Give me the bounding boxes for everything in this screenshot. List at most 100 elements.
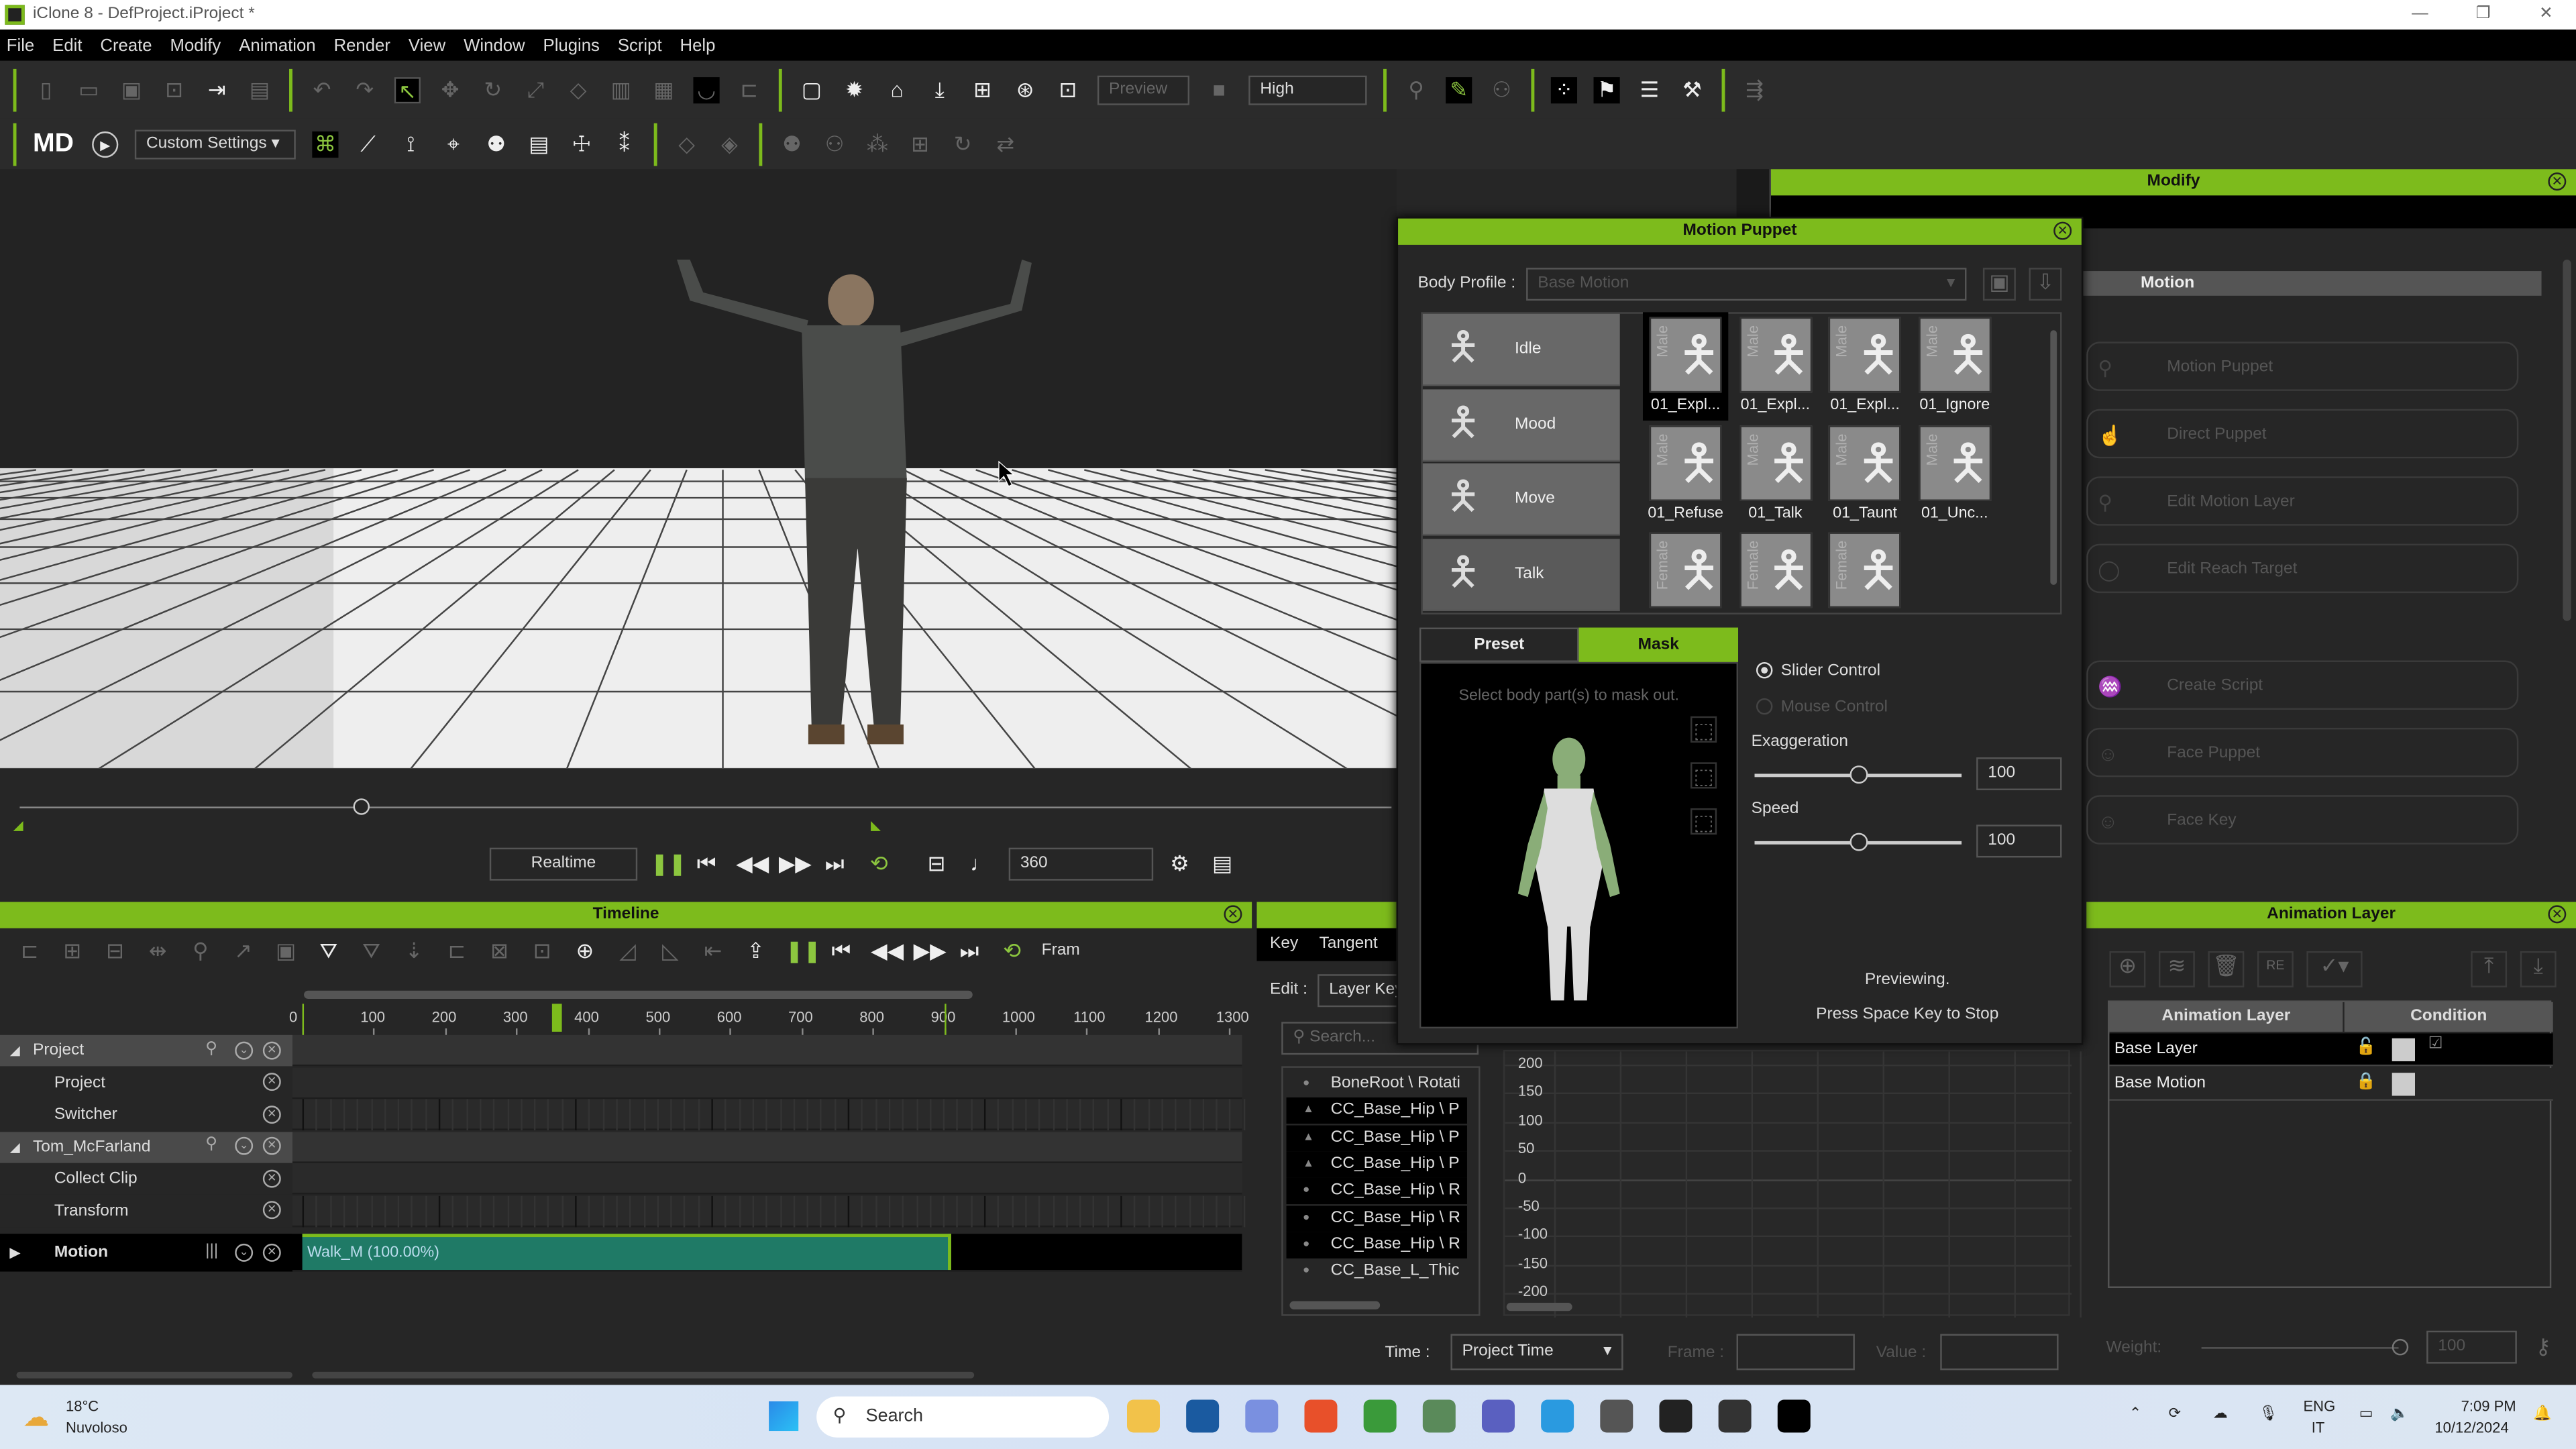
go-start-icon[interactable]: ⏮ <box>828 938 854 964</box>
export-clip-icon[interactable]: ⇪ <box>743 938 769 964</box>
subtitle-icon[interactable]: ⊟ <box>923 851 949 877</box>
range-icon[interactable]: ⇤ <box>700 938 726 964</box>
loop-icon[interactable]: ⟲ <box>866 851 892 877</box>
layers-icon[interactable]: ||| <box>205 1241 218 1259</box>
flag-icon[interactable]: ⚑ <box>1593 76 1620 103</box>
merge-layer-icon[interactable]: ✓▾ <box>2306 951 2363 987</box>
weather-icon[interactable]: ☁ <box>23 1401 49 1434</box>
preset-thumbnail[interactable]: Male 🯅 <box>1918 425 1991 500</box>
ik-icon[interactable]: ⚲ <box>1403 76 1429 103</box>
time-slider-handle[interactable] <box>353 798 370 815</box>
close-icon[interactable]: ✕ <box>1224 905 1242 924</box>
track-name[interactable]: Transform <box>0 1195 292 1227</box>
clock-time[interactable]: 7:09 PM <box>2461 1398 2516 1414</box>
prev-icon[interactable]: ◀◀ <box>871 938 904 964</box>
collapse-icon[interactable]: ◢ <box>10 1035 20 1067</box>
frame-field[interactable] <box>1736 1334 1855 1371</box>
minimize-button[interactable]: — <box>2412 0 2428 30</box>
preset-thumbnail[interactable]: Male 🯅 <box>1829 317 1901 393</box>
select-icon[interactable]: ↖ <box>394 76 421 103</box>
remove-track-icon[interactable]: ✕ <box>262 1201 281 1220</box>
new-file-icon[interactable]: ▯ <box>33 76 59 103</box>
preset-thumbnail[interactable]: Male 🯅 <box>1649 425 1722 500</box>
timeline-h-scrollbar[interactable] <box>304 990 973 999</box>
timeline-track[interactable]: Switcher ✕ <box>0 1099 1245 1130</box>
frame-mode-label[interactable]: Fram <box>1042 938 1080 964</box>
start-marker[interactable]: ◢ <box>13 818 23 833</box>
telegram-icon[interactable] <box>1541 1399 1574 1433</box>
tool-icon[interactable]: ⚒ <box>1679 76 1705 103</box>
network-icon[interactable]: ▭ <box>2359 1405 2373 1423</box>
footprint-icon[interactable]: ⁑ <box>611 131 637 157</box>
value-field[interactable] <box>1940 1334 2059 1371</box>
timeline-toggle-icon[interactable]: ▤ <box>1209 851 1235 877</box>
more-icon[interactable]: ⇶ <box>1741 76 1768 103</box>
weight-slider[interactable] <box>2201 1347 2399 1349</box>
insert-icon[interactable]: ⊞ <box>59 938 85 964</box>
save-profile-icon[interactable]: ▣ <box>1982 268 2016 301</box>
end-frame-marker[interactable] <box>944 1004 946 1035</box>
layer-row[interactable]: Base Layer 🔓 ☑ <box>2109 1033 2553 1067</box>
settings-dropdown[interactable]: Custom Settings ▾ <box>134 129 296 159</box>
language[interactable]: ENG <box>2303 1398 2335 1414</box>
modify-face-puppet-button[interactable]: ☺ Face Puppet <box>2086 727 2519 777</box>
link-icon[interactable]: ⊏ <box>736 76 762 103</box>
timeline-track[interactable]: Collect Clip ✕ <box>0 1163 1242 1195</box>
add-key-icon[interactable]: ⊏ <box>443 938 470 964</box>
teams-icon[interactable] <box>1481 1399 1515 1433</box>
preset-thumbnail[interactable]: Male 🯅 <box>1829 425 1901 500</box>
align-icon[interactable]: ▥ <box>608 76 634 103</box>
import-icon[interactable]: ⇥ <box>204 76 230 103</box>
pause-icon[interactable]: ❚❚ <box>651 851 686 877</box>
reset-icon[interactable]: ◈ <box>716 131 743 157</box>
layer-visibility-toggle[interactable] <box>2392 1073 2416 1096</box>
script-icon[interactable]: ▤ <box>526 131 552 157</box>
move-down-icon[interactable]: ⤓ <box>2520 951 2557 987</box>
maximize-button[interactable]: ❐ <box>2476 0 2491 30</box>
store-icon[interactable] <box>1186 1399 1220 1433</box>
quality-dropdown[interactable]: High <box>1248 74 1367 105</box>
filter2-icon[interactable]: ⛛ <box>358 938 384 964</box>
curve-scrollbar[interactable] <box>1506 1303 1572 1311</box>
music-icon[interactable]: ♩ <box>967 851 994 877</box>
motion-clip[interactable]: Walk_M (100.00%) <box>302 1234 951 1271</box>
modify-side-tab[interactable] <box>1736 169 1772 219</box>
key-icon[interactable]: ⚷ <box>2530 1334 2556 1360</box>
filter-icon[interactable]: ⛛ <box>315 938 341 964</box>
load-profile-icon[interactable]: ⇩ <box>2029 268 2062 301</box>
frame-input[interactable]: 360 <box>1008 847 1154 881</box>
motion-section-header[interactable]: Motion <box>2081 271 2542 296</box>
close-button[interactable]: ✕ <box>2539 0 2553 30</box>
redo-icon[interactable]: ↷ <box>352 76 378 103</box>
rotate-icon[interactable]: ↻ <box>480 76 506 103</box>
eye-icon[interactable]: ◡ <box>693 76 720 103</box>
curve-graph[interactable]: 200 150 100 50 0 -50 -100 -150 -200 <box>1503 1049 2082 1318</box>
fit-icon[interactable]: ⊟ <box>102 938 128 964</box>
marker-icon[interactable]: ⊡ <box>529 938 555 964</box>
tab-preset[interactable]: Preset <box>1419 627 1579 662</box>
body-mask-figure[interactable] <box>1495 729 1643 1008</box>
timeline-track[interactable]: Project ◢ ✕ ⌄ ⚲ <box>0 1034 1242 1067</box>
pin-icon[interactable]: ⌖ <box>440 131 466 157</box>
scatter-icon[interactable]: ⁂ <box>864 131 890 157</box>
visibility-icon[interactable]: ⌄ <box>235 1136 254 1155</box>
cloud-icon[interactable]: ☁ <box>2213 1405 2228 1423</box>
notification-icon[interactable]: 🔔 <box>2533 1405 2551 1423</box>
davinci-icon[interactable] <box>1718 1399 1752 1433</box>
expand-icon[interactable]: ▶ <box>10 1234 20 1271</box>
next-key-icon[interactable]: ◺ <box>657 938 684 964</box>
menu-create[interactable]: Create <box>100 36 152 55</box>
body-profile-dropdown[interactable]: Base Motion ▾ <box>1526 268 1967 301</box>
scale-icon[interactable]: ⤢ <box>523 76 549 103</box>
unity-hub-icon[interactable] <box>1659 1399 1693 1433</box>
next-frame-icon[interactable]: ▶▶ <box>779 851 812 877</box>
modify-direct-puppet-button[interactable]: ☝ Direct Puppet <box>2086 409 2519 459</box>
timeline-track[interactable]: Transform ✕ <box>0 1195 1245 1227</box>
timeline-track[interactable]: Tom_McFarland ◢ ✕ ⌄ ⚲ <box>0 1131 1242 1163</box>
file-explorer-icon[interactable] <box>1127 1399 1160 1433</box>
gamepad-icon[interactable]: ⌘ <box>312 130 339 157</box>
category-move[interactable]: 🯅 Move <box>1422 463 1620 536</box>
layer-visibility-toggle[interactable] <box>2392 1038 2416 1062</box>
time-mode-dropdown[interactable]: Project Time ▾ <box>1450 1334 1623 1371</box>
undo-icon[interactable]: ↶ <box>309 76 335 103</box>
